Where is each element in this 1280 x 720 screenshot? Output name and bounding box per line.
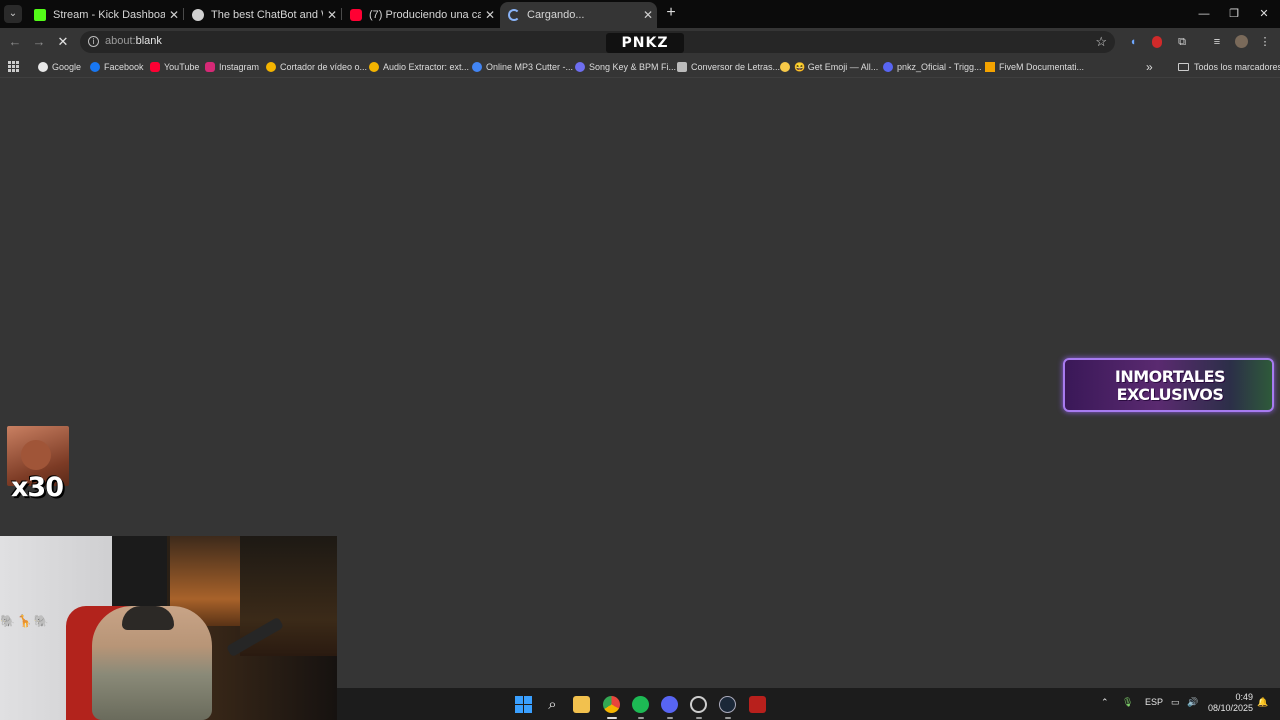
bookmark-star-icon[interactable]: ☆ [1095, 34, 1107, 50]
emoji-icon [780, 62, 790, 72]
site-info-icon[interactable]: i [88, 36, 99, 47]
tab-loading[interactable]: Cargando... ✕ [500, 2, 657, 28]
bookmark-google[interactable]: Google [38, 60, 81, 74]
banner-text: INMORTALES EXCLUSIVOS [1114, 367, 1226, 404]
bot-icon [883, 62, 893, 72]
forward-button[interactable]: → [31, 34, 47, 50]
tab-title: (7) Produciendo una canción c [369, 9, 481, 21]
microphone-icon[interactable]: 🎙 [1122, 697, 1133, 708]
close-tab-icon[interactable]: ✕ [323, 8, 341, 22]
steam-icon[interactable] [719, 696, 736, 719]
show-hidden-icons-chevron-icon[interactable]: ⌃ [1101, 697, 1109, 708]
grid-icon [677, 62, 687, 72]
bookmarks-bar: Google Facebook YouTube Instagram Cortad… [0, 56, 1280, 78]
fivem-icon [985, 62, 995, 72]
extensions-puzzle-icon[interactable]: ⧉ [1174, 34, 1190, 50]
bookmark-mp3-cutter[interactable]: Online MP3 Cutter -... [472, 60, 573, 74]
bookmark-facebook[interactable]: Facebook [90, 60, 144, 74]
tab-chatbot[interactable]: The best ChatBot and Widgets ✕ [184, 2, 341, 28]
more-bookmarks-chevron-icon[interactable]: » [1146, 60, 1153, 74]
folder-icon [1178, 63, 1189, 71]
inmortales-banner: INMORTALES EXCLUSIVOS [1063, 358, 1274, 412]
youtube-icon [350, 9, 362, 21]
bookmark-letter-converter[interactable]: Conversor de Letras... [677, 60, 780, 74]
pnkz-logo: PNKZ [606, 33, 684, 53]
tab-title: The best ChatBot and Widgets [211, 9, 323, 21]
bookmark-fivem-docs[interactable]: FiveM Documentati... [985, 60, 1084, 74]
music-note-icon [575, 62, 585, 72]
tab-title: Stream - Kick Dashboard [53, 9, 165, 21]
windows-start-icon[interactable] [515, 696, 532, 713]
close-tab-icon[interactable]: ✕ [481, 8, 499, 22]
tab-kick-dashboard[interactable]: Stream - Kick Dashboard ✕ [26, 2, 183, 28]
address-bar[interactable]: i about:blank ☆ [80, 31, 1115, 53]
profile-avatar[interactable] [1233, 34, 1249, 50]
tool-icon [266, 62, 276, 72]
extension-audio-icon[interactable]: ◖ [1125, 34, 1141, 50]
tab-strip: ⌄ Stream - Kick Dashboard ✕ The best Cha… [0, 0, 1280, 28]
stop-loading-button[interactable]: ✕ [55, 34, 71, 50]
instagram-icon [205, 62, 215, 72]
search-icon[interactable]: ⌕ [544, 696, 561, 713]
dota-icon[interactable] [749, 696, 766, 713]
tab-title: Cargando... [527, 9, 585, 21]
tab-search-button[interactable]: ⌄ [4, 5, 22, 23]
volume-icon[interactable]: 🔊 [1187, 697, 1198, 708]
extension-red-icon[interactable] [1149, 34, 1165, 50]
tab-youtube[interactable]: (7) Produciendo una canción c ✕ [342, 2, 499, 28]
notifications-icon[interactable]: 🔔 [1257, 697, 1268, 708]
facebook-icon [90, 62, 100, 72]
webcam-feed: 🐘🦒🐘 [0, 536, 337, 720]
close-tab-icon[interactable]: ✕ [639, 8, 657, 22]
google-icon [38, 62, 48, 72]
minimize-button[interactable]: — [1188, 0, 1220, 28]
bookmark-video-cutter[interactable]: Cortador de vídeo o... [266, 60, 367, 74]
bookmark-youtube[interactable]: YouTube [150, 60, 199, 74]
obs-icon[interactable] [690, 696, 707, 719]
bookmark-audio-extractor[interactable]: Audio Extractor: ext... [369, 60, 469, 74]
all-bookmarks-folder[interactable]: Todos los marcadores [1178, 60, 1280, 74]
streamelements-icon [192, 9, 204, 21]
emote-count: x30 [11, 472, 64, 503]
bookmark-song-key[interactable]: Song Key & BPM Fi... [575, 60, 676, 74]
url-text[interactable]: about:blank [105, 35, 162, 47]
back-button[interactable]: ← [7, 34, 23, 50]
apps-grid-icon[interactable] [8, 61, 19, 72]
file-explorer-icon[interactable] [573, 696, 590, 713]
spotify-icon[interactable] [632, 696, 649, 719]
restore-button[interactable]: ❐ [1218, 0, 1250, 28]
chrome-icon[interactable] [603, 696, 620, 719]
discord-icon[interactable] [661, 696, 678, 719]
close-window-button[interactable]: ✕ [1248, 0, 1280, 28]
language-indicator[interactable]: ESP [1145, 697, 1163, 707]
taskbar: ⌕ ⌃ 🎙 ESP ▭ 🔊 🔔 [337, 688, 1280, 720]
browser-menu-icon[interactable]: ⋮ [1257, 34, 1273, 50]
bookmark-instagram[interactable]: Instagram [205, 60, 259, 74]
media-controls-icon[interactable]: ≡ [1209, 34, 1225, 50]
kick-icon [34, 9, 46, 21]
new-tab-button[interactable]: + [662, 4, 680, 22]
bookmark-get-emoji[interactable]: 😆 Get Emoji — All... [780, 60, 878, 74]
tool-icon [472, 62, 482, 72]
taskbar-clock[interactable]: 0:49 08/10/2025 [1207, 692, 1253, 714]
tool-icon [369, 62, 379, 72]
network-icon[interactable]: ▭ [1171, 697, 1180, 708]
bookmark-pnkz-triggers[interactable]: pnkz_Oficial - Trigg... [883, 60, 982, 74]
close-tab-icon[interactable]: ✕ [165, 8, 183, 22]
youtube-icon [150, 62, 160, 72]
loading-spinner-icon [508, 9, 520, 21]
